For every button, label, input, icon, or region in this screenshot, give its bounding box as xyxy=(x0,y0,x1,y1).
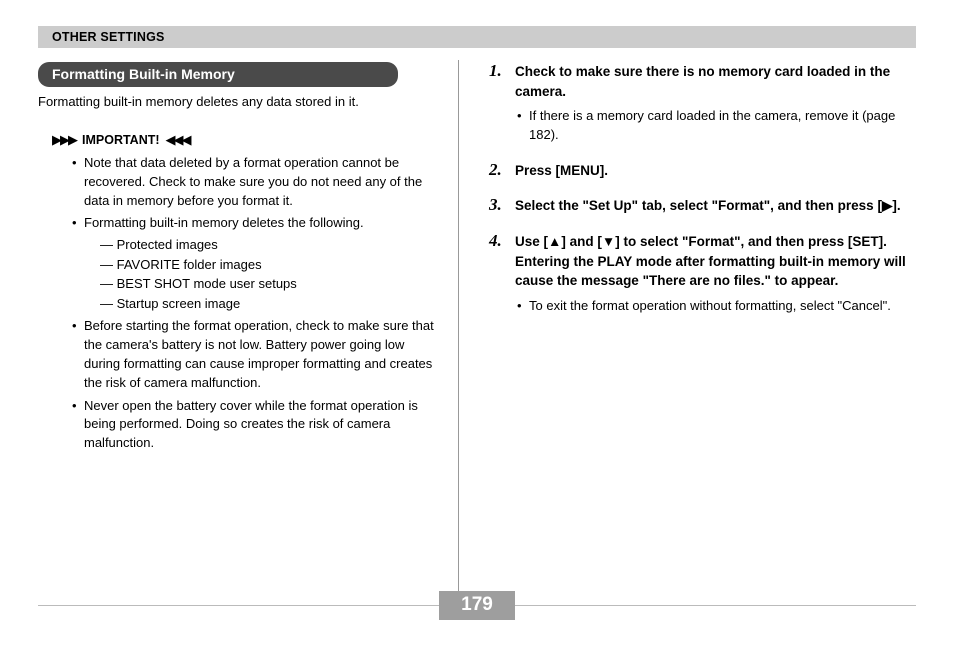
important-right-icon: ◀◀◀ xyxy=(166,132,190,148)
deletes-item: BEST SHOT mode user setups xyxy=(100,274,440,294)
step-main-text: Use [▲] and [▼] to select "Format", and … xyxy=(515,232,916,291)
content-columns: Formatting Built-in Memory Formatting bu… xyxy=(38,48,916,600)
deletes-list: Protected images FAVORITE folder images … xyxy=(84,235,440,313)
deletes-item: FAVORITE folder images xyxy=(100,255,440,275)
step-2: 2. Press [MENU]. xyxy=(489,161,916,181)
step-main-text: Check to make sure there is no memory ca… xyxy=(515,62,916,101)
note-item: Note that data deleted by a format opera… xyxy=(84,154,440,211)
breadcrumb: OTHER SETTINGS xyxy=(52,30,165,44)
deletes-item: Startup screen image xyxy=(100,294,440,314)
left-column: Formatting Built-in Memory Formatting bu… xyxy=(38,62,458,600)
important-left-icon: ▶▶▶ xyxy=(52,132,76,148)
step-sub-list: To exit the format operation without for… xyxy=(515,297,916,316)
note-item: Never open the battery cover while the f… xyxy=(84,397,440,454)
important-label: IMPORTANT! xyxy=(82,133,160,147)
section-title: Formatting Built-in Memory xyxy=(38,62,398,87)
step-number: 2. xyxy=(489,161,507,181)
step-main-text: Press [MENU]. xyxy=(515,161,916,181)
note-item: Formatting built-in memory deletes the f… xyxy=(84,214,440,313)
page-header: OTHER SETTINGS xyxy=(38,26,916,48)
footer-line-right xyxy=(515,605,916,606)
note-text: Formatting built-in memory deletes the f… xyxy=(84,215,364,230)
intro-text: Formatting built-in memory deletes any d… xyxy=(38,93,440,112)
step-4: 4. Use [▲] and [▼] to select "Format", a… xyxy=(489,232,916,316)
step-number: 4. xyxy=(489,232,507,316)
right-column: 1. Check to make sure there is no memory… xyxy=(459,62,916,600)
important-notes-list: Note that data deleted by a format opera… xyxy=(38,154,440,453)
page-number: 179 xyxy=(439,591,515,620)
step-number: 1. xyxy=(489,62,507,145)
step-sub-list: If there is a memory card loaded in the … xyxy=(515,107,916,145)
step-sub-item: To exit the format operation without for… xyxy=(529,297,916,316)
important-heading: ▶▶▶ IMPORTANT! ◀◀◀ xyxy=(52,132,440,148)
footer-line-left xyxy=(38,605,439,606)
step-main-text: Select the "Set Up" tab, select "Format"… xyxy=(515,196,916,216)
page-footer: 179 xyxy=(38,591,916,620)
step-sub-item: If there is a memory card loaded in the … xyxy=(529,107,916,145)
step-number: 3. xyxy=(489,196,507,216)
note-item: Before starting the format operation, ch… xyxy=(84,317,440,392)
step-1: 1. Check to make sure there is no memory… xyxy=(489,62,916,145)
deletes-item: Protected images xyxy=(100,235,440,255)
step-3: 3. Select the "Set Up" tab, select "Form… xyxy=(489,196,916,216)
